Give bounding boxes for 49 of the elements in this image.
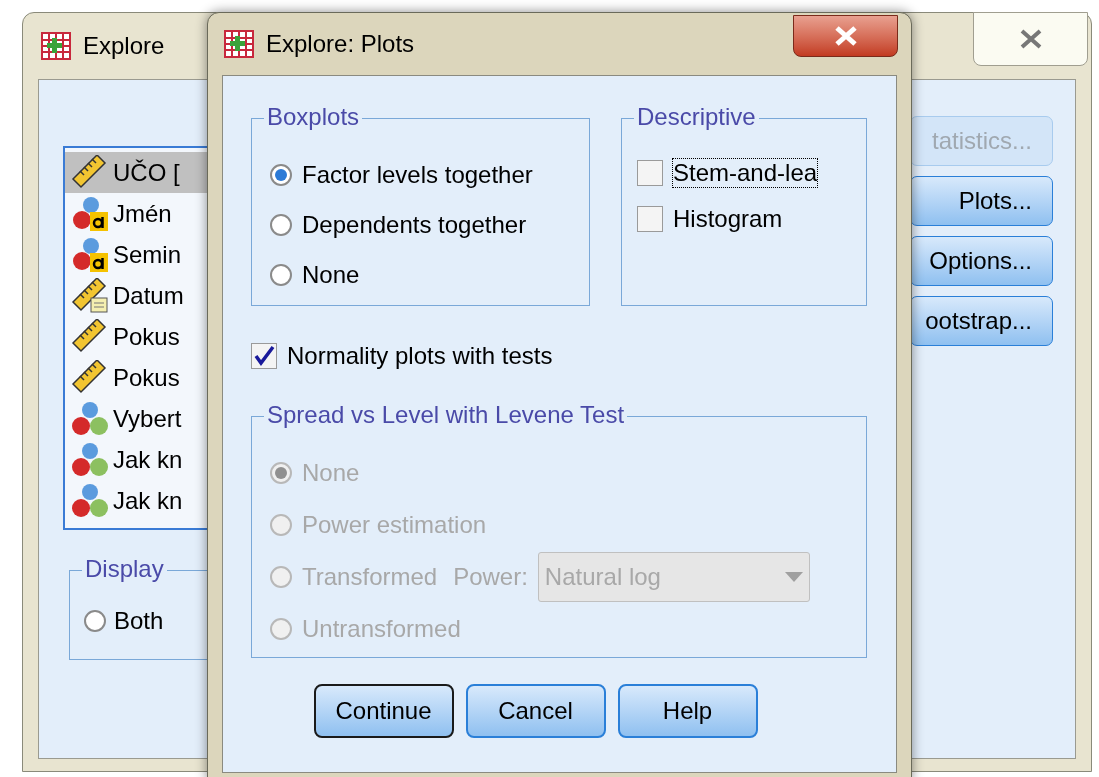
radio-label: Dependents together bbox=[302, 211, 527, 239]
three-balls-icon bbox=[71, 400, 109, 437]
window-title: Explore: Plots bbox=[266, 29, 415, 59]
radio-button[interactable] bbox=[84, 610, 106, 632]
dialog-button[interactable]: Options... bbox=[910, 236, 1053, 286]
ruler-calendar-icon bbox=[71, 277, 109, 314]
dialog-button[interactable]: Help bbox=[617, 684, 758, 738]
dialog-button[interactable]: Cancel bbox=[465, 684, 606, 738]
radio-button[interactable] bbox=[270, 214, 292, 236]
variable-item[interactable]: Pokus bbox=[65, 316, 211, 357]
checkbox[interactable] bbox=[637, 160, 663, 186]
variable-item[interactable]: Jak kn bbox=[65, 480, 211, 521]
checkbox-label: Stem-and-lea bbox=[673, 159, 818, 187]
radio-label: Factor levels together bbox=[302, 161, 533, 189]
radio-label: Both bbox=[114, 607, 164, 635]
dialog-button[interactable]: Continue bbox=[313, 684, 454, 738]
variable-item[interactable]: Vybert bbox=[65, 398, 211, 439]
radio-button[interactable] bbox=[270, 164, 292, 186]
three-balls-icon bbox=[71, 441, 109, 478]
table-plus-icon bbox=[41, 32, 71, 60]
variable-item[interactable]: Semin bbox=[65, 234, 211, 275]
close-button[interactable] bbox=[793, 15, 898, 57]
variable-item[interactable]: Datum bbox=[65, 275, 211, 316]
checkbox[interactable] bbox=[251, 343, 277, 369]
power-label: Power: bbox=[453, 563, 528, 591]
variable-item[interactable]: Jmén bbox=[65, 193, 211, 234]
radio-label: None bbox=[302, 459, 360, 487]
variable-item[interactable]: Pokus bbox=[65, 357, 211, 398]
variable-item[interactable]: Jak kn bbox=[65, 439, 211, 480]
checkbox-label: Histogram bbox=[673, 205, 783, 233]
radio-label: Transformed bbox=[302, 563, 438, 591]
radio-label: None bbox=[302, 261, 360, 289]
ruler-icon bbox=[71, 154, 109, 191]
dialog-button[interactable]: ootstrap... bbox=[910, 296, 1053, 346]
table-plus-icon bbox=[224, 30, 254, 58]
dropdown-arrow-icon bbox=[784, 572, 803, 582]
checkbox-label: Normality plots with tests bbox=[287, 342, 553, 370]
balls-letter-icon bbox=[71, 236, 109, 273]
window-title: Explore bbox=[83, 31, 165, 61]
radio-button[interactable] bbox=[270, 264, 292, 286]
ruler-icon bbox=[71, 359, 109, 396]
dialog-button[interactable]: Plots... bbox=[910, 176, 1053, 226]
ruler-icon bbox=[71, 318, 109, 355]
radio-label: Untransformed bbox=[302, 615, 461, 643]
three-balls-icon bbox=[71, 482, 109, 519]
balls-letter-icon bbox=[71, 195, 109, 232]
checkbox[interactable] bbox=[637, 206, 663, 232]
close-button[interactable] bbox=[973, 12, 1088, 66]
radio-label: Power estimation bbox=[302, 511, 487, 539]
